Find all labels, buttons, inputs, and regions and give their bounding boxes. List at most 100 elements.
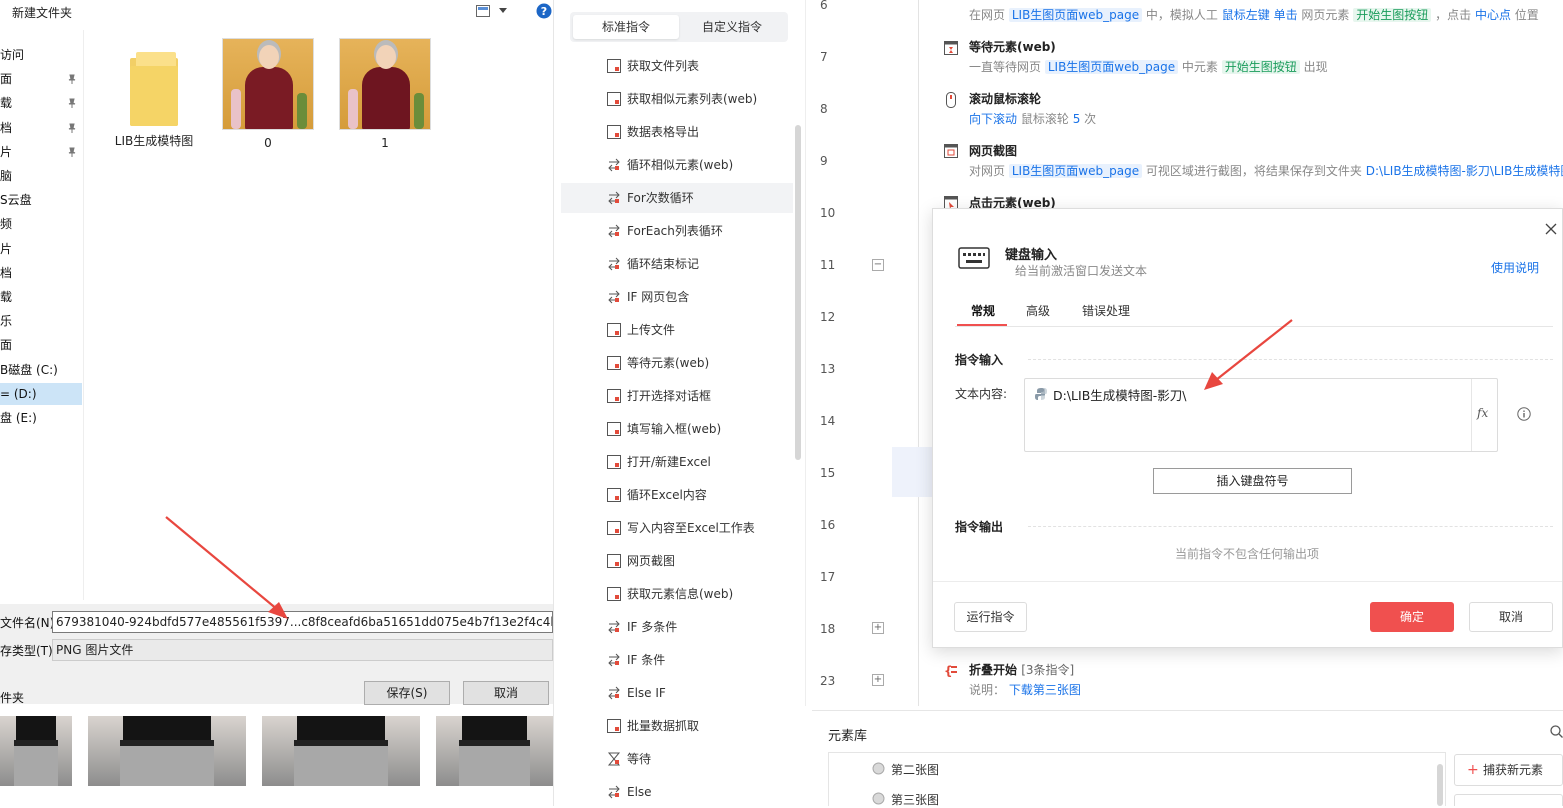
expand-icon[interactable]: +	[872, 674, 884, 686]
tab-error-handling[interactable]: 错误处理	[1082, 302, 1130, 319]
insert-keyboard-symbol-button[interactable]: 插入键盘符号	[1153, 468, 1352, 494]
wait-icon	[607, 356, 621, 370]
command-item[interactable]: 获取元素信息(web)	[561, 579, 793, 609]
command-item[interactable]: ForEach列表循环	[561, 216, 793, 246]
run-command-button[interactable]: 运行指令	[954, 602, 1027, 632]
command-item[interactable]: 获取文件列表	[561, 51, 793, 81]
background-image-tile	[436, 716, 553, 786]
nav-item[interactable]: B磁盘 (C:)	[0, 359, 82, 381]
cancel-button[interactable]: 取消	[1469, 602, 1553, 632]
filetype-value: PNG 图片文件	[56, 643, 134, 657]
tab-custom-commands[interactable]: 自定义指令	[679, 15, 785, 39]
fx-icon[interactable]: fx	[1477, 406, 1488, 420]
collapse-icon[interactable]: −	[872, 259, 884, 271]
breadcrumb-current-folder[interactable]: 新建文件夹	[12, 4, 72, 21]
search-icon[interactable]	[1550, 725, 1563, 738]
file-tile-folder[interactable]: LIB生成模特图	[106, 40, 202, 149]
step-18-title[interactable]: 折叠开始 [3条指令]	[969, 661, 1074, 678]
list-icon	[607, 92, 621, 106]
command-item[interactable]: Else	[561, 777, 793, 807]
command-item[interactable]: For次数循环	[561, 183, 793, 213]
tab-advanced[interactable]: 高级	[1026, 302, 1050, 319]
image-thumbnail	[339, 38, 431, 130]
command-item[interactable]: 循环相似元素(web)	[561, 150, 793, 180]
nav-item[interactable]: 盘 (E:)	[0, 407, 82, 429]
step-9-title[interactable]: 网页截图	[969, 142, 1017, 159]
nav-item[interactable]: 脑	[0, 165, 82, 187]
file-tile-image-1[interactable]: 1	[337, 38, 433, 150]
help-link[interactable]: 使用说明	[1491, 259, 1539, 276]
close-icon[interactable]	[1545, 223, 1557, 235]
capture-new-element-button[interactable]: + 捕获新元素	[1454, 754, 1563, 786]
text: 出现	[1303, 60, 1328, 74]
command-item[interactable]: 上传文件	[561, 315, 793, 345]
element-list-scrollbar[interactable]	[1437, 764, 1443, 806]
nav-item[interactable]: 档	[0, 262, 82, 284]
help-icon[interactable]: ?	[536, 3, 552, 19]
section-input-title: 指令输入	[955, 353, 1004, 367]
chevron-down-icon[interactable]	[499, 8, 507, 14]
nav-item[interactable]: 载	[0, 286, 82, 308]
line-number: 16	[820, 518, 836, 532]
nav-item[interactable]: 访问	[0, 44, 82, 66]
nav-item[interactable]: 片	[0, 238, 82, 260]
step-18-description[interactable]: 说明： 下载第三张图	[969, 681, 1081, 698]
step-7-description[interactable]: 一直等待网页 LIB生图页面web_page 中元素 开始生图按钮 出现	[969, 58, 1328, 75]
nav-item[interactable]: 面	[0, 334, 82, 356]
dialog-toolbar: 新建文件夹 ?	[0, 0, 553, 24]
secondary-button[interactable]	[1454, 794, 1563, 806]
file-tile-image-0[interactable]: 0	[220, 38, 316, 150]
command-item[interactable]: 获取相似元素列表(web)	[561, 84, 793, 114]
command-item[interactable]: 批量数据抓取	[561, 711, 793, 741]
command-item[interactable]: 网页截图	[561, 546, 793, 576]
step-8-description[interactable]: 向下滚动 鼠标滚轮 5 次	[969, 110, 1096, 127]
command-label: 获取元素信息(web)	[627, 587, 734, 601]
command-item[interactable]: IF 网页包含	[561, 282, 793, 312]
element-item-second-image[interactable]: 第二张图	[891, 761, 939, 778]
command-item[interactable]: 等待	[561, 744, 793, 774]
element-item-third-image[interactable]: 第三张图	[891, 791, 939, 808]
step-6-description[interactable]: 在网页 LIB生图页面web_page 中，模拟人工 鼠标左键 单击 网页元素 …	[969, 6, 1539, 23]
command-item[interactable]: Else IF	[561, 678, 793, 708]
cancel-button[interactable]: 取消	[463, 681, 549, 705]
step-7-title[interactable]: 等待元素(web)	[969, 38, 1056, 55]
nav-item[interactable]: 频	[0, 213, 82, 235]
save-button[interactable]: 保存(S)	[364, 681, 450, 705]
nav-item[interactable]: = (D:)	[0, 382, 82, 405]
page-variable-tag: LIB生图页面web_page	[1008, 164, 1143, 178]
info-icon[interactable]	[1517, 407, 1531, 421]
fold-description: 下载第三张图	[1008, 683, 1081, 697]
wait-element-icon	[944, 41, 958, 55]
nav-item[interactable]: S云盘	[0, 189, 82, 211]
if-icon	[608, 620, 620, 634]
command-item[interactable]: IF 多条件	[561, 612, 793, 642]
step-8-title[interactable]: 滚动鼠标滚轮	[969, 90, 1041, 107]
view-options-icon[interactable]	[476, 5, 490, 17]
expand-icon[interactable]: +	[872, 622, 884, 634]
command-item[interactable]: 等待元素(web)	[561, 348, 793, 378]
command-item[interactable]: 填写输入框(web)	[561, 414, 793, 444]
command-item[interactable]: IF 条件	[561, 645, 793, 675]
text: 网页元素	[1301, 8, 1350, 22]
step-9-description[interactable]: 对网页 LIB生图页面web_page 可视区域进行截图，将结果保存到文件夹 D…	[969, 162, 1563, 179]
input-divider	[1471, 379, 1472, 451]
command-item[interactable]: 循环Excel内容	[561, 480, 793, 510]
keyboard-input-dialog: 键盘输入 给当前激活窗口发送文本 使用说明 常规 高级 错误处理 指令输入 文本…	[932, 208, 1563, 648]
hide-folders-toggle[interactable]: 件夹	[0, 689, 24, 706]
command-item[interactable]: 数据表格导出	[561, 117, 793, 147]
command-item[interactable]: 打开选择对话框	[561, 381, 793, 411]
text: 在网页	[969, 8, 1006, 22]
line-number: 14	[820, 414, 836, 428]
command-list-scrollbar[interactable]	[795, 125, 801, 460]
command-label: IF 网页包含	[627, 290, 690, 304]
command-item[interactable]: 写入内容至Excel工作表	[561, 513, 793, 543]
command-item[interactable]: 循环结束标记	[561, 249, 793, 279]
tab-general[interactable]: 常规	[971, 302, 995, 319]
loop-icon	[608, 224, 620, 238]
command-item[interactable]: 打开/新建Excel	[561, 447, 793, 477]
nav-item[interactable]: 乐	[0, 310, 82, 332]
fold-start-icon: {	[944, 663, 958, 677]
tab-standard-commands[interactable]: 标准指令	[573, 15, 679, 39]
filetype-select[interactable]: PNG 图片文件	[52, 639, 553, 661]
ok-button[interactable]: 确定	[1370, 602, 1454, 632]
